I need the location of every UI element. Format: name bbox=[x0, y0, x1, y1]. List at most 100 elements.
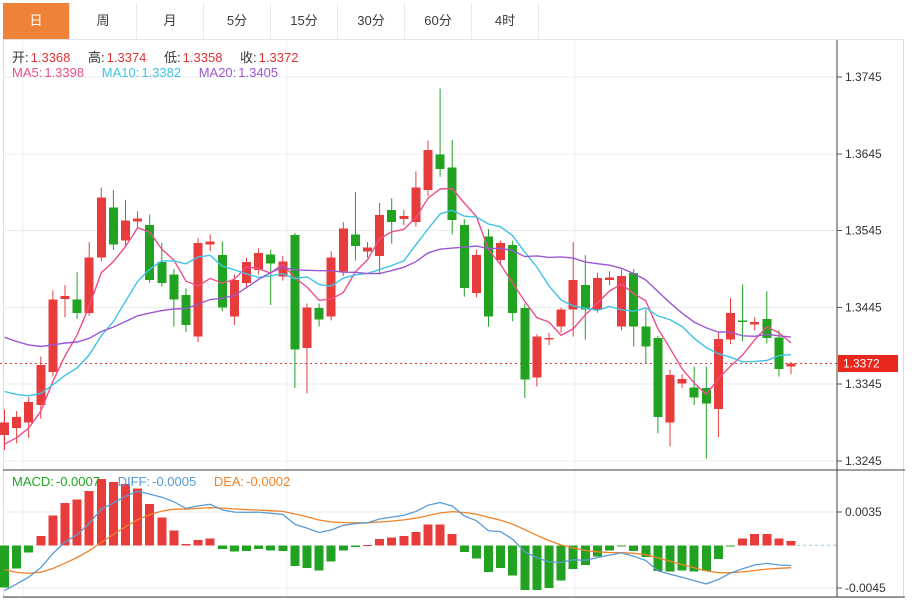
macd-bar bbox=[545, 545, 554, 588]
macd-bar bbox=[290, 545, 299, 566]
high-value: 1.3374 bbox=[107, 50, 147, 65]
ma20-value: 1.3405 bbox=[238, 65, 278, 80]
macd-bar bbox=[36, 536, 45, 545]
macd-bar bbox=[194, 540, 203, 545]
price-tick: 1.3545 bbox=[845, 224, 882, 238]
diff-label: DIFF: bbox=[118, 474, 151, 489]
macd-bar bbox=[496, 545, 505, 568]
tab-4时[interactable]: 4时 bbox=[472, 3, 539, 39]
ma-legend: MA5:1.3398 MA10:1.3382 MA20:1.3405 bbox=[12, 65, 280, 80]
diff-value: -0.0005 bbox=[152, 474, 196, 489]
macd-bar bbox=[617, 545, 626, 546]
macd-value: -0.0007 bbox=[56, 474, 100, 489]
macd-bar bbox=[399, 536, 408, 545]
macd-bar bbox=[750, 534, 759, 545]
macd-bar bbox=[169, 530, 178, 545]
macd-bar bbox=[448, 534, 457, 545]
low-label: 低: bbox=[164, 50, 181, 65]
macd-bar bbox=[424, 524, 433, 545]
macd-bar bbox=[327, 545, 336, 561]
current-price-label: 1.3372 bbox=[843, 356, 880, 370]
tab-周[interactable]: 周 bbox=[70, 3, 137, 39]
macd-tick: 0.0035 bbox=[845, 505, 882, 519]
macd-bar bbox=[605, 545, 614, 550]
macd-bar bbox=[411, 532, 420, 545]
kline-chart[interactable]: 1.37451.36451.35451.34451.33451.32450.00… bbox=[0, 0, 914, 603]
macd-layer bbox=[0, 479, 836, 591]
macd-bar bbox=[254, 545, 263, 549]
macd-bar bbox=[702, 545, 711, 571]
macd-bar bbox=[436, 524, 445, 545]
kline-widget: 日周月5分15分30分60分4时 1.37451.36451.35451.344… bbox=[0, 0, 914, 603]
open-value: 1.3368 bbox=[31, 50, 71, 65]
close-value: 1.3372 bbox=[259, 50, 299, 65]
tab-5分[interactable]: 5分 bbox=[204, 3, 271, 39]
macd-bar bbox=[182, 544, 191, 545]
macd-bar bbox=[12, 545, 21, 568]
macd-bar bbox=[24, 545, 33, 552]
macd-bar bbox=[121, 484, 130, 545]
macd-label: MACD: bbox=[12, 474, 54, 489]
tab-60分[interactable]: 60分 bbox=[405, 3, 472, 39]
current-price-badge: 1.3372 bbox=[838, 355, 898, 372]
tab-月[interactable]: 月 bbox=[137, 3, 204, 39]
macd-bar bbox=[508, 545, 517, 575]
macd-bar bbox=[666, 545, 675, 571]
macd-bar bbox=[266, 545, 275, 550]
macd-legend: MACD:-0.0007 DIFF:-0.0005 DEA:-0.0002 bbox=[12, 474, 292, 489]
macd-bar bbox=[73, 500, 82, 546]
macd-bar bbox=[484, 545, 493, 572]
open-label: 开: bbox=[12, 50, 29, 65]
macd-bar bbox=[629, 545, 638, 551]
macd-bar bbox=[339, 545, 348, 550]
timeframe-tabbar: 日周月5分15分30分60分4时 bbox=[3, 3, 904, 40]
macd-bar bbox=[242, 545, 251, 551]
ma10-value: 1.3382 bbox=[141, 65, 181, 80]
macd-bar bbox=[61, 503, 70, 545]
macd-bar bbox=[581, 545, 590, 565]
macd-bar bbox=[278, 545, 287, 551]
macd-bar bbox=[218, 545, 227, 549]
ma20-line bbox=[5, 246, 792, 347]
macd-bar bbox=[230, 545, 239, 551]
axis-labels: 1.37451.36451.35451.34451.33451.32450.00… bbox=[837, 70, 886, 595]
macd-bar bbox=[678, 545, 687, 570]
macd-bar bbox=[774, 539, 783, 546]
macd-bar bbox=[157, 517, 166, 545]
macd-bar bbox=[738, 539, 747, 546]
macd-bar bbox=[133, 488, 142, 545]
macd-bar bbox=[762, 534, 771, 545]
price-tick: 1.3745 bbox=[845, 70, 882, 84]
macd-bar bbox=[460, 545, 469, 552]
macd-bar bbox=[0, 545, 9, 587]
price-tick: 1.3345 bbox=[845, 377, 882, 391]
macd-bar bbox=[351, 545, 360, 547]
dea-value: -0.0002 bbox=[246, 474, 290, 489]
tab-日[interactable]: 日 bbox=[3, 3, 70, 39]
macd-bar bbox=[85, 491, 94, 545]
macd-bar bbox=[387, 537, 396, 545]
macd-bar bbox=[532, 545, 541, 590]
macd-tick: -0.0045 bbox=[845, 581, 886, 595]
macd-bar bbox=[726, 545, 735, 546]
price-tick: 1.3245 bbox=[845, 454, 882, 468]
macd-bar bbox=[472, 545, 481, 558]
ohlc-legend: 开:1.3368 高:1.3374 低:1.3358 收:1.3372 bbox=[12, 47, 300, 66]
ma20-layer bbox=[5, 246, 792, 347]
macd-bar bbox=[315, 545, 324, 570]
high-label: 高: bbox=[88, 50, 105, 65]
macd-bar bbox=[375, 539, 384, 545]
dea-label: DEA: bbox=[214, 474, 244, 489]
macd-bar bbox=[363, 545, 372, 546]
ma20-label: MA20: bbox=[199, 65, 237, 80]
tab-30分[interactable]: 30分 bbox=[338, 3, 405, 39]
ma5-value: 1.3398 bbox=[44, 65, 84, 80]
candles-layer bbox=[0, 89, 796, 459]
price-tick: 1.3445 bbox=[845, 300, 882, 314]
low-value: 1.3358 bbox=[183, 50, 223, 65]
macd-bar bbox=[206, 539, 215, 546]
macd-bar bbox=[787, 541, 796, 545]
ma10-label: MA10: bbox=[102, 65, 140, 80]
tab-15分[interactable]: 15分 bbox=[271, 3, 338, 39]
macd-bar bbox=[48, 515, 57, 545]
